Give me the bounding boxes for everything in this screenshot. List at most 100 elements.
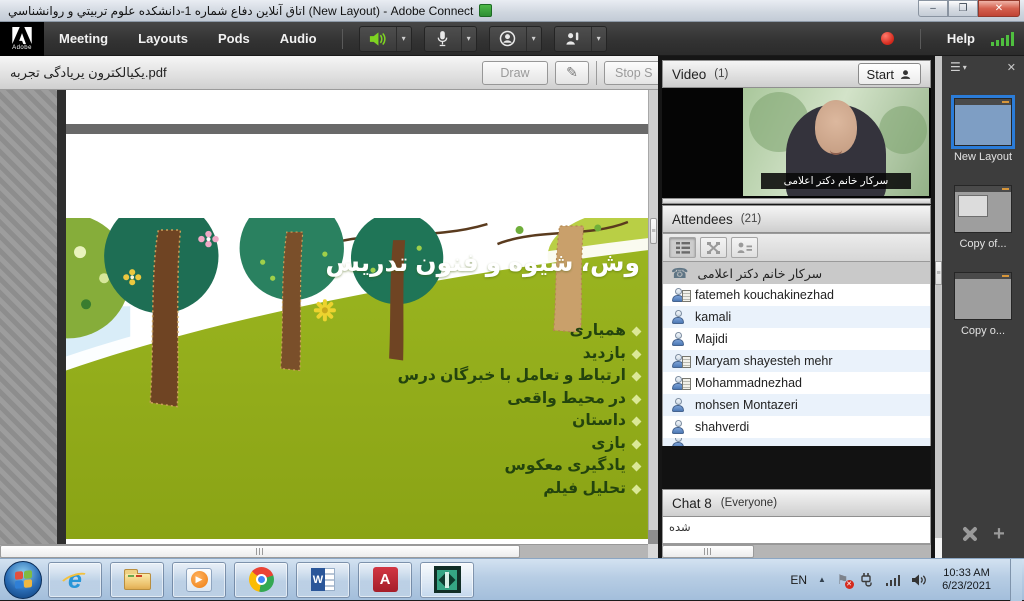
layouts-panel-footer: +: [961, 524, 1005, 544]
webcam-person-icon: [899, 68, 912, 81]
menu-meeting[interactable]: Meeting: [44, 31, 123, 46]
speaker-dropdown[interactable]: ▾: [396, 27, 411, 51]
internet-explorer-button[interactable]: e: [48, 562, 102, 598]
language-indicator[interactable]: EN: [790, 573, 807, 587]
word-button[interactable]: W: [296, 562, 350, 598]
layout-thumbnail-copy-o[interactable]: [954, 272, 1012, 320]
microphone-dropdown[interactable]: ▾: [461, 27, 476, 51]
help-menu[interactable]: Help: [947, 31, 975, 46]
menu-audio[interactable]: Audio: [265, 31, 332, 46]
video-pod-title: Video: [672, 67, 706, 82]
speaker-button[interactable]: [360, 27, 396, 51]
action-center-icon[interactable]: ⚑ ✕: [837, 573, 849, 586]
raise-hand-button[interactable]: [555, 27, 591, 51]
chrome-button[interactable]: [234, 562, 288, 598]
adobe-brand-text: Adobe: [12, 45, 32, 51]
slide-bullet: یادگیری معکوس: [398, 455, 640, 478]
attendee-row[interactable]: Maryam shayesteh mehr: [663, 350, 930, 372]
close-icon: ✕: [1007, 62, 1016, 74]
manage-layouts-icon[interactable]: [961, 526, 977, 542]
menu-pods[interactable]: Pods: [203, 31, 265, 46]
chat-horizontal-scrollbar[interactable]: [662, 544, 931, 558]
attendees-list: ☎ سرکار خانم دکتر اعلامی fatemeh kouchak…: [662, 262, 931, 446]
document-vertical-scrollbar[interactable]: ≡: [648, 90, 658, 530]
network-plug-icon[interactable]: [860, 573, 875, 587]
taskbar-clock[interactable]: 10:33 AM 6/23/2021: [938, 567, 991, 593]
alert-badge-icon: ✕: [845, 580, 854, 589]
adobe-reader-icon: A: [373, 567, 398, 592]
list-view-icon: [676, 242, 690, 254]
webcam-button[interactable]: [490, 27, 526, 51]
chat-message-area[interactable]: شده: [662, 517, 931, 544]
person-mobile-icon: [671, 354, 686, 368]
webcam-dropdown[interactable]: ▾: [526, 27, 541, 51]
chevron-down-icon: ▾: [532, 34, 536, 43]
restore-button[interactable]: ❐: [948, 0, 978, 17]
page-separator: [66, 124, 648, 134]
share-pod-body: وش، شیوه و فنون تدریس همیاری بازدید ارتب…: [0, 90, 658, 544]
breakout-view-button[interactable]: [700, 237, 727, 258]
windows-taskbar: e ▶ W A EN ▲ ⚑ ✕: [0, 558, 1024, 600]
adobe-connect-button[interactable]: [420, 562, 474, 598]
horizontal-scroll-thumb[interactable]: [0, 545, 520, 558]
attendee-row[interactable]: shahverdi: [663, 416, 930, 438]
attendee-list-view-button[interactable]: [669, 237, 696, 258]
layout-label[interactable]: Copy of...: [959, 238, 1006, 250]
pencil-tool-button[interactable]: ✎: [555, 61, 589, 85]
restore-icon: ❐: [959, 4, 968, 14]
close-button[interactable]: ✕: [978, 0, 1020, 17]
attendee-row[interactable]: Majidi: [663, 328, 930, 350]
document-horizontal-scrollbar[interactable]: [0, 544, 658, 558]
adobe-reader-button[interactable]: A: [358, 562, 412, 598]
layouts-close-button[interactable]: ✕: [1007, 61, 1016, 74]
add-layout-button[interactable]: +: [993, 524, 1005, 544]
show-desktop-button[interactable]: [1010, 559, 1022, 601]
bullet-marker-icon: [632, 327, 642, 337]
windows-explorer-button[interactable]: [110, 562, 164, 598]
attendee-row[interactable]: fatemeh kouchakinezhad: [663, 284, 930, 306]
attendee-row[interactable]: ☎ سرکار خانم دکتر اعلامی: [663, 262, 930, 284]
internet-explorer-icon: e: [61, 567, 89, 593]
menu-layouts[interactable]: Layouts: [123, 31, 203, 46]
slide-bullet: ارتباط و تعامل با خبرگان درس: [398, 365, 640, 388]
chat-message: شده: [669, 522, 691, 534]
column-vertical-scrollbar[interactable]: ≡: [935, 56, 942, 558]
bullet-marker-icon: [632, 439, 642, 449]
draw-button[interactable]: Draw: [482, 61, 548, 85]
attendee-row[interactable]: mohsen Montazeri: [663, 394, 930, 416]
pencil-icon: ✎: [566, 64, 578, 81]
video-pod-resize-bar[interactable]: [662, 198, 931, 204]
chevron-down-icon: ▾: [597, 34, 601, 43]
person-status-icon: [737, 242, 752, 254]
volume-icon[interactable]: [911, 573, 927, 587]
horizontal-scroll-thumb[interactable]: [662, 545, 754, 558]
tray-expand-icon[interactable]: ▲: [818, 575, 826, 584]
attendee-name: fatemeh kouchakinezhad: [695, 288, 834, 302]
signal-strength-icon[interactable]: [886, 574, 901, 586]
attendee-status-view-button[interactable]: [731, 237, 758, 258]
bullet-text: داستان: [572, 412, 626, 429]
bullet-text: بازدید: [583, 345, 626, 362]
status-dropdown[interactable]: ▾: [591, 27, 606, 51]
vertical-scroll-thumb[interactable]: ≡: [650, 218, 657, 244]
layout-thumbnail-new-layout[interactable]: [954, 98, 1012, 146]
attendee-row-partial[interactable]: [663, 438, 930, 446]
start-button[interactable]: [4, 561, 42, 599]
slide-bullet-list: همیاری بازدید ارتباط و تعامل با خبرگان د…: [398, 320, 640, 500]
attendee-row[interactable]: Mohammadnezhad: [663, 372, 930, 394]
layout-label[interactable]: Copy o...: [961, 325, 1005, 337]
connection-status-icon[interactable]: [991, 32, 1014, 46]
start-label: Start: [867, 67, 894, 82]
microphone-button[interactable]: [425, 27, 461, 51]
start-webcam-button[interactable]: Start: [858, 63, 921, 85]
attendee-row[interactable]: kamali: [663, 306, 930, 328]
video-count: (1): [714, 68, 728, 80]
stop-sharing-button[interactable]: Stop S: [604, 61, 658, 85]
layouts-menu-button[interactable]: ☰ ▾: [950, 60, 967, 74]
speaker-icon: [368, 31, 387, 47]
layout-thumbnail-copy-of[interactable]: [954, 185, 1012, 233]
minimize-button[interactable]: –: [918, 0, 948, 17]
vertical-scroll-thumb[interactable]: ≡: [935, 261, 942, 285]
layout-label[interactable]: New Layout: [954, 151, 1012, 163]
media-player-button[interactable]: ▶: [172, 562, 226, 598]
